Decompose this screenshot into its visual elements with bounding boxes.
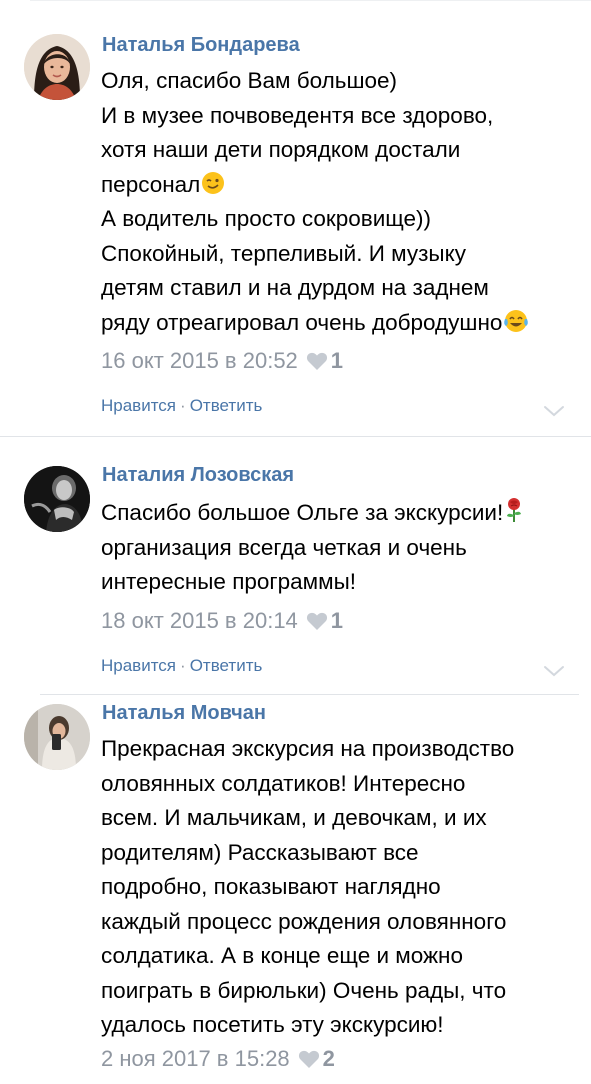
comment-line-with-emoji: ряду отреагировал очень добродушно [101, 306, 529, 341]
comment-line: Прекрасная экскурсия на производство [101, 736, 515, 761]
comment-line: И в музее почвоведентя все здорово, [101, 102, 494, 128]
separator: · [180, 396, 186, 415]
separator: · [180, 656, 186, 675]
reply-link[interactable]: Ответить [190, 656, 263, 675]
chevron-down-icon[interactable] [543, 404, 565, 417]
comment-line: А водитель просто сокровище)) [101, 206, 432, 231]
heart-icon[interactable] [306, 351, 328, 377]
heart-icon[interactable] [298, 1049, 320, 1075]
avatar[interactable] [24, 704, 90, 770]
avatar[interactable] [24, 466, 90, 532]
comment-meta: 16 окт 2015 в 20:52 1 [101, 348, 343, 377]
comment-line-text: персонал [101, 171, 201, 197]
divider [30, 0, 591, 1]
comment-line: Спокойный, терпеливый. И музыку [101, 240, 466, 266]
like-count: 1 [330, 348, 344, 373]
author-name[interactable]: Наталия Лозовская [102, 464, 294, 487]
heart-icon[interactable] [306, 611, 328, 637]
reply-link[interactable]: Ответить [190, 396, 263, 415]
comment-item: Наталия Лозовская Спасибо большое Ольге … [0, 436, 591, 694]
comment-date[interactable]: 18 окт 2015 в 20:14 [101, 608, 298, 633]
author-name[interactable]: Наталья Мовчан [102, 702, 266, 725]
comments-feed: Наталья Бондарева Оля, спасибо Вам больш… [0, 0, 591, 1084]
like-link[interactable]: Нравится [101, 396, 176, 415]
comment-text: Спасибо большое Ольге за экскурсии! орга… [101, 496, 524, 600]
comment-line: Оля, спасибо Вам большое) [101, 68, 398, 93]
comment-date[interactable]: 16 окт 2015 в 20:52 [101, 348, 298, 373]
comment-item: Наталья Бондарева Оля, спасибо Вам больш… [0, 0, 591, 436]
comment-line: каждый процесс рождения оловянного [101, 908, 507, 934]
comment-line: организация всегда четкая и очень [101, 534, 467, 560]
chevron-down-icon[interactable] [543, 664, 565, 677]
comment-line: удалось посетить эту экскурсию! [101, 1012, 444, 1037]
like-link[interactable]: Нравится [101, 656, 176, 675]
divider [0, 436, 591, 437]
avatar[interactable] [24, 34, 90, 100]
comment-meta: 2 ноя 2017 в 15:28 2 [101, 1046, 335, 1075]
comment-line-with-emoji: Спасибо большое Ольге за экскурсии! [101, 496, 524, 531]
comment-line: солдатика. А в конце еще и можно [101, 943, 463, 968]
rose-emoji [504, 497, 524, 534]
like-count: 1 [330, 608, 344, 633]
tears-of-joy-emoji [503, 309, 529, 344]
comment-line-text: Спасибо большое Ольге за экскурсии! [101, 500, 504, 525]
comment-line: оловянных солдатиков! Интересно [101, 770, 466, 796]
comment-line: подробно, показывают наглядно [101, 874, 441, 899]
comment-item: Наталья Мовчан Прекрасная экскурсия на п… [0, 694, 591, 1084]
like-count: 2 [322, 1046, 335, 1071]
divider [40, 694, 579, 695]
comment-actions: Нравится · Ответить [101, 396, 262, 416]
author-name[interactable]: Наталья Бондарева [102, 34, 300, 57]
comment-actions: Нравится · Ответить [101, 656, 262, 676]
comment-line: всем. И мальчикам, и девочкам, и их [101, 805, 487, 830]
comment-text: Оля, спасибо Вам большое) И в музее почв… [101, 64, 529, 340]
comment-line-text: ряду отреагировал очень добродушно [101, 309, 503, 335]
comment-line: интересные программы! [101, 569, 357, 594]
comment-line: хотя наши дети порядком достали [101, 137, 461, 162]
comment-date[interactable]: 2 ноя 2017 в 15:28 [101, 1046, 290, 1071]
comment-meta: 18 окт 2015 в 20:14 1 [101, 608, 343, 637]
comment-line-with-emoji: персонал [101, 168, 529, 203]
comment-line: поиграть в бирюльки) Очень рады, что [101, 977, 507, 1003]
winking-face-emoji [201, 171, 225, 206]
comment-line: детям ставил и на дурдом на заднем [101, 275, 489, 300]
comment-line: родителям) Рассказывают все [101, 839, 419, 865]
comment-text: Прекрасная экскурсия на производство оло… [101, 732, 514, 1043]
